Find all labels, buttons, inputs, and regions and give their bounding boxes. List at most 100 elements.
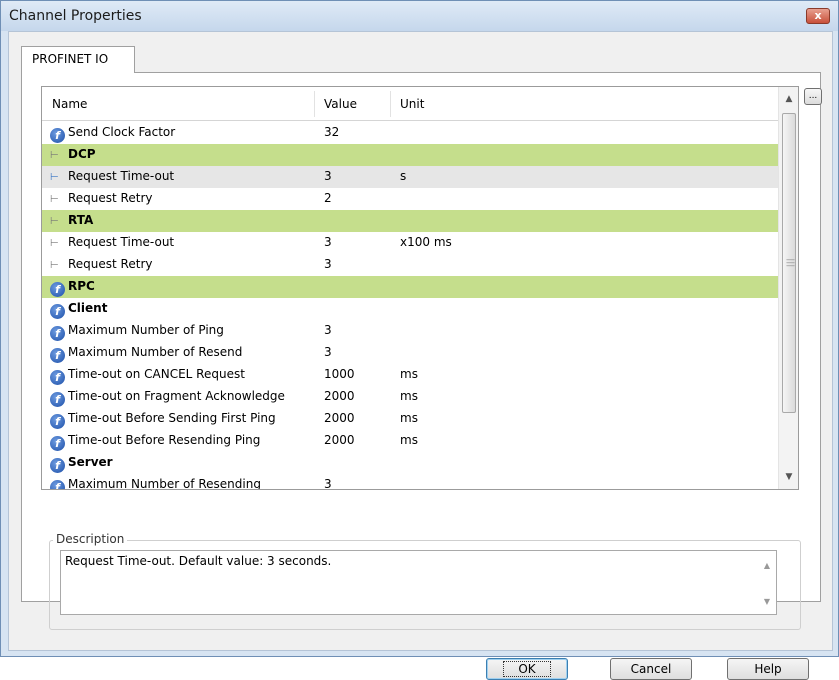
function-icon: f — [50, 282, 65, 297]
function-icon: f — [50, 392, 65, 407]
column-header-value[interactable]: Value — [324, 97, 357, 111]
help-button-label: Help — [754, 662, 782, 676]
pin-icon: ⊢ — [50, 150, 59, 161]
scroll-down-arrow-icon[interactable]: ▼ — [781, 469, 797, 485]
column-header-name[interactable]: Name — [52, 97, 87, 111]
row-value[interactable]: 2000 — [324, 389, 355, 403]
row-value[interactable]: 1000 — [324, 367, 355, 381]
column-divider[interactable] — [390, 91, 391, 117]
function-icon: f — [50, 348, 65, 363]
column-header-unit[interactable]: Unit — [400, 97, 424, 111]
row-label: Maximum Number of Resend — [68, 345, 243, 359]
cancel-button[interactable]: Cancel — [610, 658, 692, 680]
row-value[interactable]: 3 — [324, 169, 332, 183]
ok-button[interactable]: OK — [486, 658, 568, 680]
grid-rows: f Send Clock Factor 32 ⊢ DCP ⊢ Request Time-ou… — [42, 122, 778, 489]
row-name: ⊢ Request Retry — [50, 191, 152, 205]
row-label: Request Time-out — [68, 235, 175, 249]
row-value[interactable]: 2000 — [324, 433, 355, 447]
row-name: f Maximum Number of Ping — [50, 323, 224, 341]
row-unit: ms — [400, 411, 418, 425]
table-row[interactable]: ⊢ Request Retry 3 — [42, 254, 778, 276]
tab-profinet-io[interactable]: PROFINET IO — [21, 46, 135, 73]
window-title: Channel Properties — [9, 8, 142, 24]
description-textbox[interactable]: Request Time-out. Default value: 3 secon… — [60, 550, 777, 615]
row-label: Client — [68, 301, 108, 315]
close-button[interactable]: x — [806, 8, 830, 24]
grid-scrollbar[interactable]: ▲ — — — ▼ — [778, 87, 798, 489]
description-legend: Description — [53, 532, 128, 546]
function-icon: f — [50, 326, 65, 341]
row-label: RTA — [68, 213, 94, 227]
row-value[interactable]: 3 — [324, 323, 332, 337]
browse-button[interactable]: ... — [804, 88, 822, 105]
title-bar[interactable]: Channel Properties x — [1, 1, 838, 31]
table-row[interactable]: f Maximum Number of Ping 3 — [42, 320, 778, 342]
row-value[interactable]: 2000 — [324, 411, 355, 425]
properties-grid: Name Value Unit f Send Clock Factor 32 ⊢ DCP… — [41, 86, 799, 490]
row-name: ⊢ Request Retry — [50, 257, 152, 271]
row-value[interactable]: 3 — [324, 257, 332, 271]
grip-icon: — — — — [786, 255, 795, 271]
function-icon: f — [50, 414, 65, 429]
table-row[interactable]: ⊢ Request Time-out 3 x100 ms — [42, 232, 778, 254]
row-name: f Time-out Before Resending Ping — [50, 433, 260, 451]
row-name: f RPC — [50, 279, 95, 297]
table-row[interactable]: ⊢ Request Time-out 3 s — [42, 166, 778, 188]
row-name: f Maximum Number of Resending — [50, 477, 261, 489]
row-label: Request Time-out — [68, 169, 175, 183]
row-label: Server — [68, 455, 113, 469]
row-value[interactable]: 2 — [324, 191, 332, 205]
help-button[interactable]: Help — [727, 658, 809, 680]
row-label: DCP — [68, 147, 96, 161]
table-row[interactable]: f Time-out on Fragment Acknowledge 2000 ms — [42, 386, 778, 408]
subgroup-row[interactable]: f Server — [42, 452, 778, 474]
row-label: Time-out Before Sending First Ping — [68, 411, 276, 425]
table-row[interactable]: f Maximum Number of Resend 3 — [42, 342, 778, 364]
table-row[interactable]: f Send Clock Factor 32 — [42, 122, 778, 144]
table-row[interactable]: f Time-out Before Sending First Ping 2000 m… — [42, 408, 778, 430]
subgroup-row[interactable]: f Client — [42, 298, 778, 320]
row-label: Time-out on Fragment Acknowledge — [68, 389, 285, 403]
scrollbar-thumb[interactable]: — — — — [782, 113, 796, 413]
row-label: Time-out Before Resending Ping — [68, 433, 261, 447]
row-value[interactable]: 3 — [324, 235, 332, 249]
column-divider[interactable] — [314, 91, 315, 117]
row-name: f Time-out on Fragment Acknowledge — [50, 389, 285, 407]
pin-icon: ⊢ — [50, 172, 59, 183]
row-name: ⊢ DCP — [50, 147, 96, 161]
description-scrollbar[interactable]: ▲ ▼ — [759, 553, 775, 613]
pin-icon: ⊢ — [50, 216, 59, 227]
table-row[interactable]: f Time-out Before Resending Ping 2000 ms — [42, 430, 778, 452]
table-row[interactable]: f Time-out on CANCEL Request 1000 ms — [42, 364, 778, 386]
ok-button-label: OK — [503, 661, 551, 677]
scroll-down-arrow-icon[interactable]: ▼ — [759, 597, 775, 606]
row-unit: ms — [400, 433, 418, 447]
row-unit: ms — [400, 389, 418, 403]
row-value[interactable]: 3 — [324, 345, 332, 359]
row-name: f Client — [50, 301, 107, 319]
pin-icon: ⊢ — [50, 238, 59, 249]
scroll-up-arrow-icon[interactable]: ▲ — [781, 91, 797, 107]
row-label: Request Retry — [68, 257, 153, 271]
pin-icon: ⊢ — [50, 194, 59, 205]
row-value[interactable]: 32 — [324, 125, 339, 139]
row-value[interactable]: 3 — [324, 477, 332, 489]
row-name: ⊢ Request Time-out — [50, 169, 174, 183]
table-row[interactable]: ⊢ Request Retry 2 — [42, 188, 778, 210]
group-row[interactable]: f RPC — [42, 276, 778, 298]
function-icon: f — [50, 128, 65, 143]
group-row[interactable]: ⊢ DCP — [42, 144, 778, 166]
row-unit: x100 ms — [400, 235, 452, 249]
group-row[interactable]: ⊢ RTA — [42, 210, 778, 232]
cancel-button-label: Cancel — [630, 662, 672, 676]
scroll-up-arrow-icon[interactable]: ▲ — [759, 561, 775, 570]
function-icon: f — [50, 480, 65, 489]
function-icon: f — [50, 370, 65, 385]
row-unit: s — [400, 169, 407, 183]
row-label: Send Clock Factor — [68, 125, 176, 139]
row-name: f Time-out Before Sending First Ping — [50, 411, 276, 429]
row-name: f Time-out on CANCEL Request — [50, 367, 245, 385]
row-label: RPC — [68, 279, 95, 293]
table-row[interactable]: f Maximum Number of Resending 3 — [42, 474, 778, 489]
